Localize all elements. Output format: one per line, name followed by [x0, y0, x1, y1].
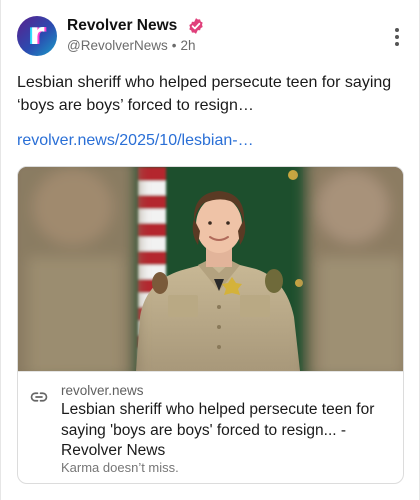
meta-separator: •: [171, 38, 177, 53]
preview-text-area: revolver.news Lesbian sheriff who helped…: [18, 371, 403, 483]
vertical-dots-icon: [395, 28, 399, 46]
verified-badge-icon: [187, 17, 205, 35]
preview-title[interactable]: Lesbian sheriff who helped persecute tee…: [61, 400, 391, 462]
post-card: r Revolver News @RevolverNews • 2h Lesbian…: [0, 0, 420, 500]
post-timestamp[interactable]: 2h: [180, 38, 195, 53]
preview-description: Karma doesn’t miss.: [61, 460, 179, 475]
author-name-row: Revolver News: [67, 17, 205, 37]
post-header: r Revolver News @RevolverNews • 2h: [17, 16, 407, 60]
more-options-button[interactable]: [387, 24, 407, 50]
link-preview-card[interactable]: revolver.news Lesbian sheriff who helped…: [17, 166, 404, 484]
post-text: Lesbian sheriff who helped persecute tee…: [17, 74, 392, 114]
author-handle[interactable]: @RevolverNews: [67, 38, 168, 53]
avatar-letter: r: [29, 17, 45, 52]
avatar[interactable]: r: [17, 16, 57, 56]
author-display-name[interactable]: Revolver News: [67, 17, 177, 34]
preview-image[interactable]: [18, 167, 403, 371]
post-link[interactable]: revolver.news/2025/10/lesbian-…: [17, 130, 254, 152]
preview-domain: revolver.news: [61, 383, 144, 398]
author-meta-row: @RevolverNews • 2h: [67, 38, 196, 53]
link-icon: [30, 388, 48, 406]
